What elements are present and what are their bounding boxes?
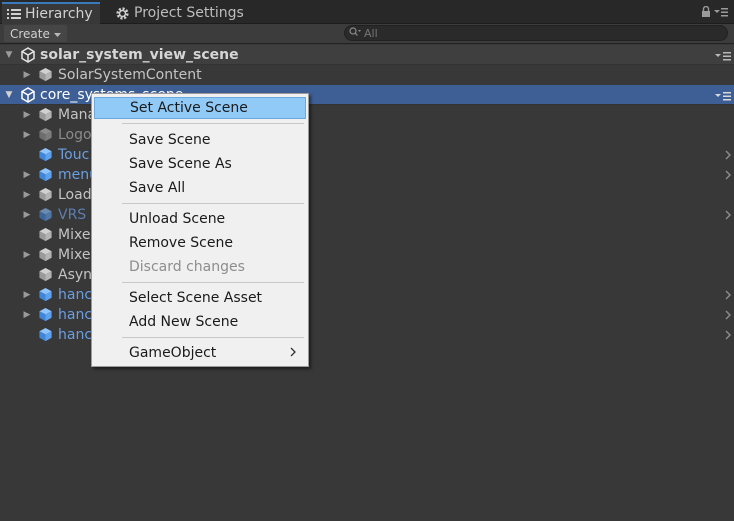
gameobject-cube-icon — [38, 127, 53, 146]
hierarchy-item[interactable]: ▶ SolarSystemContent — [0, 65, 734, 85]
chevron-right-icon[interactable] — [725, 209, 731, 223]
menu-item-add-new-scene[interactable]: Add New Scene — [94, 311, 306, 333]
menu-item-save-scene[interactable]: Save Scene — [94, 129, 306, 151]
scene-label: solar_system_view_scene — [40, 46, 239, 63]
search-input[interactable] — [364, 26, 704, 40]
tab-hierarchy[interactable]: Hierarchy — [2, 2, 100, 24]
menu-item-save-all[interactable]: Save All — [94, 177, 306, 199]
expand-arrow-icon[interactable]: ▶ — [22, 130, 32, 140]
tab-options — [701, 5, 728, 20]
search-icon — [349, 25, 361, 41]
gameobject-cube-icon — [38, 107, 53, 126]
scene-menu-icon[interactable] — [715, 49, 731, 65]
unity-logo-icon — [20, 47, 36, 67]
item-label: VRS — [58, 207, 87, 223]
tab-menu-icon[interactable] — [714, 7, 728, 20]
item-label: Mixe — [58, 247, 91, 263]
gameobject-cube-icon — [38, 187, 53, 206]
chevron-right-icon[interactable] — [725, 329, 731, 343]
scene-context-menu: Set Active Scene Save Scene Save Scene A… — [91, 93, 309, 367]
prefab-cube-icon — [38, 167, 53, 186]
chevron-right-icon[interactable] — [725, 169, 731, 183]
item-label: Load — [58, 187, 92, 203]
menu-item-set-active-scene[interactable]: Set Active Scene — [94, 97, 306, 119]
expand-arrow-icon[interactable]: ▶ — [22, 190, 32, 200]
list-icon — [7, 8, 21, 20]
item-label: hanc — [58, 287, 93, 303]
tab-project-settings-label: Project Settings — [134, 5, 244, 21]
menu-separator — [122, 123, 304, 124]
menu-item-remove-scene[interactable]: Remove Scene — [94, 232, 306, 254]
expand-arrow-icon[interactable]: ▶ — [22, 210, 32, 220]
menu-item-save-scene-as[interactable]: Save Scene As — [94, 153, 306, 175]
scene-menu-icon[interactable] — [715, 89, 731, 105]
lock-icon[interactable] — [701, 5, 711, 20]
menu-item-gameobject-label: GameObject — [129, 345, 217, 361]
prefab-cube-icon — [38, 207, 53, 226]
chevron-right-icon[interactable] — [725, 289, 731, 303]
item-label: Touc — [58, 147, 90, 163]
create-button[interactable]: Create — [4, 25, 67, 42]
gear-icon — [115, 6, 130, 21]
create-button-label: Create — [10, 26, 50, 41]
expand-arrow-icon[interactable]: ▶ — [22, 110, 32, 120]
menu-item-discard-changes: Discard changes — [129, 259, 245, 275]
menu-item-unload-scene[interactable]: Unload Scene — [94, 208, 306, 230]
menu-item-gameobject[interactable]: GameObject — [94, 342, 306, 364]
item-label: hanc — [58, 327, 93, 343]
gameobject-cube-icon — [38, 227, 53, 246]
item-label: Mixe — [58, 227, 91, 243]
chevron-right-icon[interactable] — [725, 149, 731, 163]
prefab-cube-icon — [38, 307, 53, 326]
menu-separator — [122, 282, 304, 283]
gameobject-cube-icon — [38, 67, 53, 86]
item-label: hanc — [58, 307, 93, 323]
expand-arrow-icon[interactable]: ▶ — [22, 290, 32, 300]
item-label: Logo — [58, 127, 92, 143]
search-field[interactable] — [344, 25, 728, 41]
gameobject-cube-icon — [38, 247, 53, 266]
item-label: SolarSystemContent — [58, 67, 202, 83]
expand-arrow-icon[interactable]: ▶ — [22, 310, 32, 320]
prefab-cube-icon — [38, 327, 53, 346]
expand-arrow-icon[interactable]: ▶ — [22, 170, 32, 180]
expand-arrow-icon[interactable]: ▶ — [22, 250, 32, 260]
prefab-cube-icon — [38, 147, 53, 166]
gameobject-cube-icon — [38, 267, 53, 286]
hierarchy-toolbar: Create — [0, 24, 734, 44]
submenu-arrow-icon — [290, 346, 296, 361]
scene-row-solar-system-view[interactable]: ▼ solar_system_view_scene — [0, 45, 734, 65]
unity-logo-icon — [20, 87, 36, 107]
expand-arrow-icon[interactable]: ▶ — [22, 70, 32, 80]
menu-item-select-scene-asset[interactable]: Select Scene Asset — [94, 287, 306, 309]
dropdown-arrow-icon — [53, 27, 61, 41]
chevron-right-icon[interactable] — [725, 309, 731, 323]
tab-hierarchy-label: Hierarchy — [25, 6, 93, 22]
menu-separator — [122, 337, 304, 338]
tab-bar: Hierarchy Project Settings — [0, 0, 734, 24]
menu-separator — [122, 203, 304, 204]
expand-arrow-icon[interactable]: ▼ — [4, 50, 14, 60]
item-label: Asyn — [58, 267, 93, 283]
prefab-cube-icon — [38, 287, 53, 306]
expand-arrow-icon[interactable]: ▼ — [4, 90, 14, 100]
tab-project-settings[interactable]: Project Settings — [112, 2, 244, 24]
